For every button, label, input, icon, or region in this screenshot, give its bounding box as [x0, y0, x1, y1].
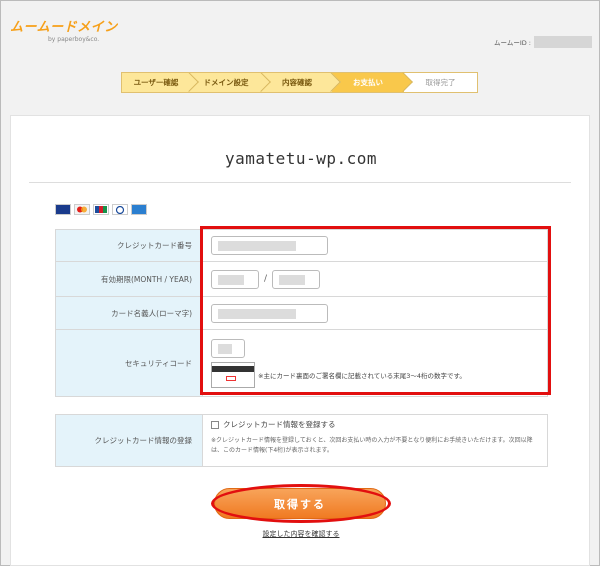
highlight-box [200, 226, 551, 395]
mastercard-icon [74, 204, 90, 215]
step-content-confirm: 内容確認 [262, 72, 341, 92]
site-logo[interactable]: ムームードメイン by paperboy&co. [10, 16, 118, 43]
step-user-confirm: ユーザー確認 [122, 72, 199, 92]
visa-icon [55, 204, 71, 215]
jcb-icon [93, 204, 109, 215]
diners-icon [112, 204, 128, 215]
user-id: ムームーID : [494, 36, 592, 48]
logo-subtext: by paperboy&co. [48, 36, 100, 43]
user-id-label: ムームーID : [494, 39, 531, 47]
holder-label: カード名義人(ローマ字) [56, 297, 203, 329]
step-payment: お支払い [332, 72, 413, 92]
save-card-checkbox[interactable] [211, 420, 219, 429]
save-card-section: クレジットカード情報の登録 クレジットカード情報を登録する ※クレジットカード情… [55, 414, 548, 467]
user-id-value-masked [534, 36, 592, 48]
divider [29, 182, 571, 183]
security-code-label: セキュリティコード [56, 330, 203, 396]
progress-steps: ユーザー確認 ドメイン設定 内容確認 お支払い 取得完了 [121, 72, 478, 93]
save-card-note: ※クレジットカード情報を登録しておくと、次回お支払い時の入力が不要となり便利にお… [211, 437, 533, 454]
highlight-ring [211, 484, 391, 523]
card-number-label: クレジットカード番号 [56, 230, 203, 261]
payment-card: yamatetu-wp.com クレジットカード番号 有効期限(MONTH / … [10, 115, 590, 566]
save-card-label: クレジットカード情報の登録 [56, 415, 203, 466]
step-complete: 取得完了 [404, 73, 477, 92]
confirm-settings-link[interactable]: 設定した内容を確認する [11, 529, 591, 539]
save-card-option[interactable]: クレジットカード情報を登録する [211, 419, 336, 430]
expiry-label: 有効期限(MONTH / YEAR) [56, 262, 203, 296]
logo-text: ムームードメイン [10, 20, 118, 35]
card-brand-icons [55, 204, 147, 215]
save-card-checkbox-label: クレジットカード情報を登録する [223, 420, 336, 429]
domain-title: yamatetu-wp.com [225, 149, 377, 168]
amex-icon [131, 204, 147, 215]
step-domain-setting: ドメイン設定 [190, 72, 271, 92]
